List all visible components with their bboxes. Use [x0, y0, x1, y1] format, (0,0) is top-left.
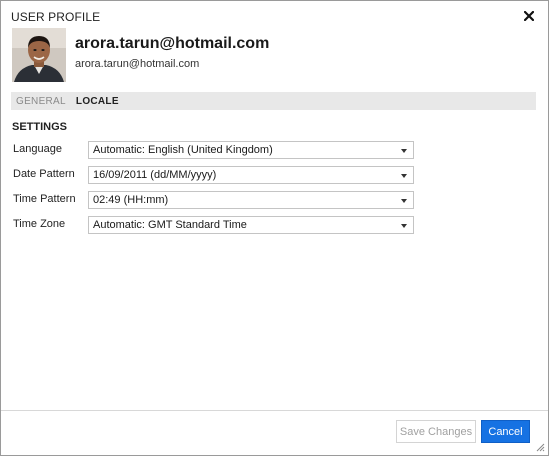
- time-pattern-row: Time Pattern 02:49 (HH:mm): [13, 191, 415, 209]
- date-pattern-select[interactable]: 16/09/2011 (dd/MM/yyyy): [88, 166, 414, 184]
- save-changes-button[interactable]: Save Changes: [396, 420, 476, 443]
- time-zone-value: Automatic: GMT Standard Time: [93, 219, 247, 231]
- chevron-down-icon: [401, 174, 407, 178]
- chevron-down-icon: [401, 224, 407, 228]
- avatar: [12, 28, 66, 82]
- settings-section-title: SETTINGS: [12, 121, 68, 133]
- cancel-button[interactable]: Cancel: [481, 420, 530, 443]
- time-pattern-label: Time Pattern: [13, 193, 76, 205]
- close-icon: [524, 11, 534, 21]
- time-zone-row: Time Zone Automatic: GMT Standard Time: [13, 216, 415, 234]
- chevron-down-icon: [401, 199, 407, 203]
- time-zone-label: Time Zone: [13, 218, 66, 230]
- language-value: Automatic: English (United Kingdom): [93, 144, 273, 156]
- language-select[interactable]: Automatic: English (United Kingdom): [88, 141, 414, 159]
- user-photo-icon: [12, 28, 66, 82]
- time-zone-select[interactable]: Automatic: GMT Standard Time: [88, 216, 414, 234]
- tab-general[interactable]: GENERAL: [11, 96, 71, 107]
- close-button[interactable]: [522, 9, 536, 23]
- dialog-title: USER PROFILE: [11, 10, 101, 24]
- language-label: Language: [13, 143, 62, 155]
- time-pattern-value: 02:49 (HH:mm): [93, 194, 169, 206]
- footer-divider: [1, 410, 548, 411]
- date-pattern-label: Date Pattern: [13, 168, 75, 180]
- profile-email: arora.tarun@hotmail.com: [75, 58, 200, 70]
- tab-bar: GENERAL LOCALE: [11, 92, 536, 110]
- time-pattern-select[interactable]: 02:49 (HH:mm): [88, 191, 414, 209]
- chevron-down-icon: [401, 149, 407, 153]
- language-row: Language Automatic: English (United King…: [13, 141, 415, 159]
- resize-grip-icon[interactable]: [536, 443, 545, 452]
- date-pattern-value: 16/09/2011 (dd/MM/yyyy): [93, 169, 217, 181]
- user-profile-dialog: USER PROFILE arora.tarun@hotmail.com aro…: [0, 0, 549, 456]
- profile-display-name: arora.tarun@hotmail.com: [75, 35, 270, 52]
- date-pattern-row: Date Pattern 16/09/2011 (dd/MM/yyyy): [13, 166, 415, 184]
- tab-locale[interactable]: LOCALE: [71, 96, 124, 107]
